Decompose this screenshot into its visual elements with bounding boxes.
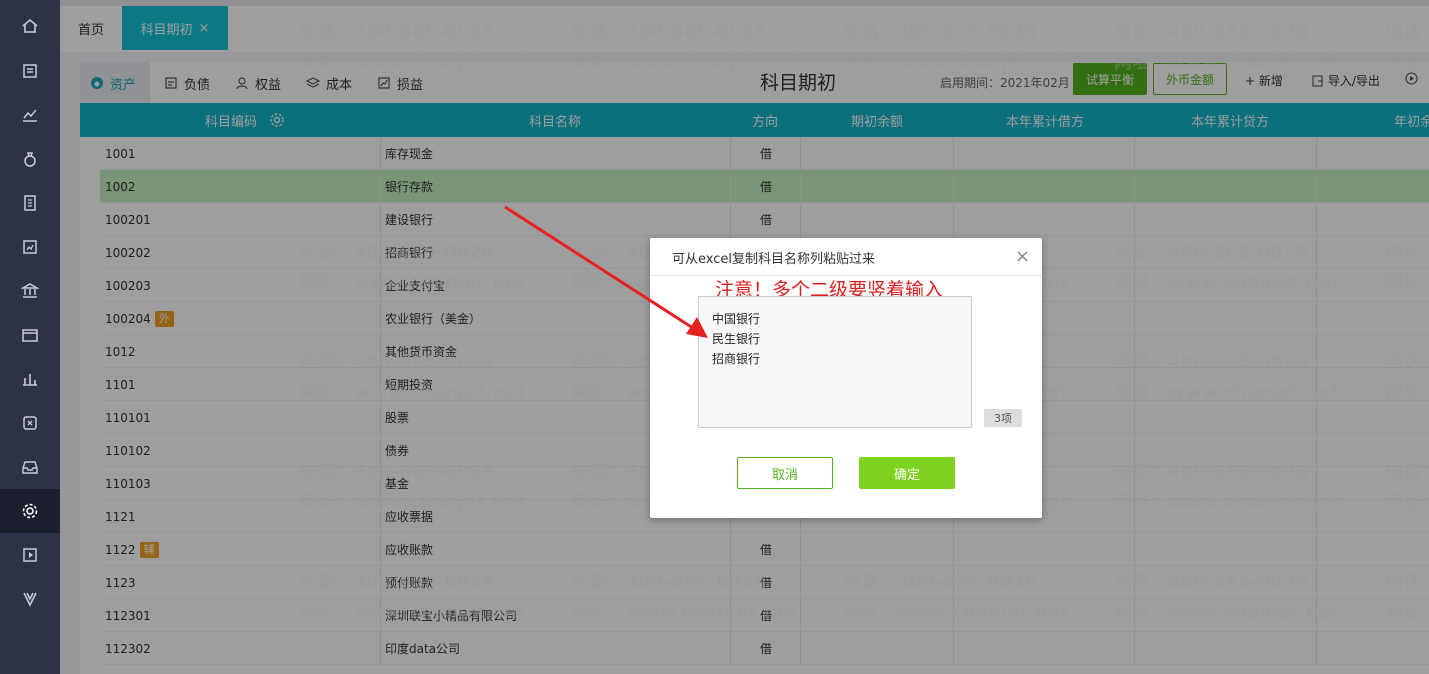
report-icon[interactable] (0, 225, 60, 269)
home-icon[interactable] (0, 4, 60, 48)
invoice-icon[interactable] (0, 401, 60, 445)
item-count-badge: 3项 (984, 409, 1022, 427)
textarea-line: 民生银行 (712, 332, 761, 346)
dialog-close-icon[interactable]: × (1015, 246, 1030, 267)
paste-dialog: 可从excel复制科目名称列粘贴过来 × 注意！多个二级要竖着输入 中国银行 民… (650, 238, 1042, 518)
textarea-line: 招商银行 (712, 352, 761, 366)
cashier-icon[interactable] (0, 313, 60, 357)
settings-icon[interactable] (0, 489, 60, 533)
vip-icon[interactable] (0, 577, 60, 621)
subject-names-textarea[interactable]: 中国银行 民生银行 招商银行 (698, 296, 972, 428)
ledger-icon[interactable] (0, 181, 60, 225)
sidebar (0, 0, 60, 674)
bank-icon[interactable] (0, 269, 60, 313)
dialog-title: 可从excel复制科目名称列粘贴过来 (672, 252, 875, 267)
salary-icon[interactable] (0, 357, 60, 401)
chart-icon[interactable] (0, 93, 60, 137)
voucher-icon[interactable] (0, 49, 60, 93)
video-icon[interactable] (0, 533, 60, 577)
cancel-button[interactable]: 取消 (737, 457, 833, 489)
money-bag-icon[interactable] (0, 137, 60, 181)
inbox-icon[interactable] (0, 445, 60, 489)
textarea-line: 中国银行 (712, 312, 761, 326)
confirm-button[interactable]: 确定 (859, 457, 955, 489)
